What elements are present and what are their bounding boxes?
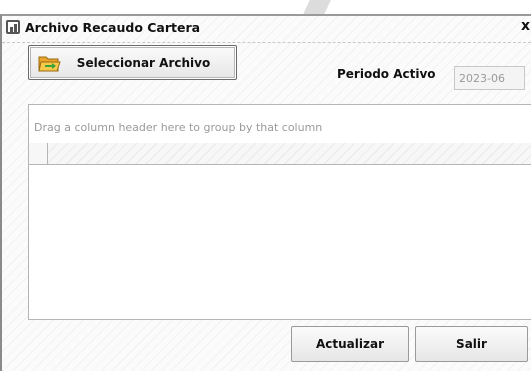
title-bar: Archivo Recaudo Cartera x: [2, 16, 531, 43]
window-title: Archivo Recaudo Cartera: [25, 20, 201, 35]
row-indicator-header: [29, 143, 48, 164]
select-file-button[interactable]: Seleccionar Archivo: [28, 45, 237, 80]
group-panel[interactable]: Drag a column header here to group by th…: [29, 105, 531, 144]
period-label: Periodo Activo: [337, 67, 436, 81]
period-input[interactable]: [454, 66, 525, 90]
update-button[interactable]: Actualizar: [291, 326, 409, 362]
folder-icon: [38, 56, 61, 72]
exit-button[interactable]: Salir: [415, 326, 528, 362]
group-panel-hint: Drag a column header here to group by th…: [34, 121, 323, 134]
data-grid[interactable]: Drag a column header here to group by th…: [28, 104, 531, 320]
grid-header-row[interactable]: [29, 143, 531, 165]
grid-body[interactable]: [29, 165, 531, 319]
app-icon: [6, 20, 20, 34]
close-button[interactable]: x: [521, 18, 530, 34]
select-file-label: Seleccionar Archivo: [76, 55, 211, 70]
